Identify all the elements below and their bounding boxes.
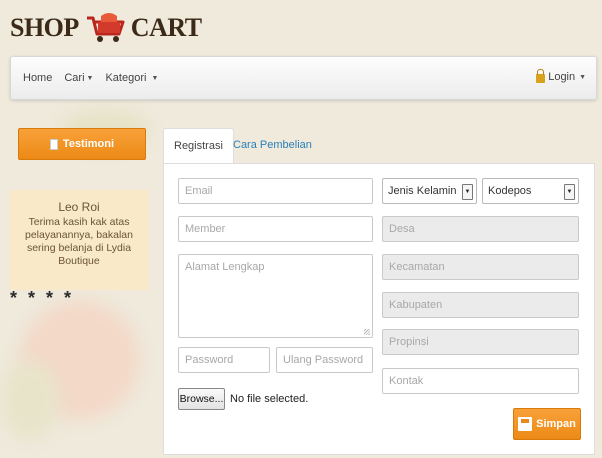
kodepos-value: Kodepos <box>488 185 532 197</box>
top-navbar: Home Cari ▼ Kategori ▼ Login ▼ <box>10 56 597 100</box>
jenis-kelamin-select[interactable]: Jenis Kelamin ▼ <box>382 178 477 204</box>
nav-kategori-label: Kategori <box>105 72 147 84</box>
dropdown-arrow-icon: ▼ <box>462 184 473 200</box>
resize-grip-icon <box>364 329 370 335</box>
testimonial-message: Terima kasih kak atas pelayanannya, baka… <box>24 216 133 267</box>
caret-down-icon: ▼ <box>86 74 94 82</box>
kecamatan-field[interactable]: Kecamatan <box>382 254 579 280</box>
logo-text-shop: SHOP <box>10 13 79 42</box>
email-field[interactable]: Email <box>178 178 373 204</box>
desa-field[interactable]: Desa <box>382 216 579 242</box>
tab-bar: Registrasi Cara Pembelian <box>163 128 595 164</box>
testimonial-author: Leo Roi <box>58 200 100 214</box>
nav-kategori-dropdown[interactable]: Kategori ▼ <box>105 72 158 84</box>
rating-stars: * * * * <box>10 288 75 308</box>
testimonial-card: Leo Roi Terima kasih kak atas pelayanann… <box>10 190 148 290</box>
kabupaten-field[interactable]: Kabupaten <box>382 292 579 318</box>
browse-button[interactable]: Browse... <box>178 388 225 410</box>
background-decoration <box>0 360 60 440</box>
cart-logo-icon <box>83 12 127 44</box>
document-icon <box>49 138 58 150</box>
file-status: No file selected. <box>230 393 309 405</box>
site-logo[interactable]: SHOP CART <box>10 8 202 48</box>
simpan-label: Simpan <box>536 418 576 430</box>
propinsi-field[interactable]: Propinsi <box>382 329 579 355</box>
kontak-field[interactable]: Kontak <box>382 368 579 394</box>
lock-icon <box>536 68 546 83</box>
alamat-textarea[interactable]: Alamat Lengkap <box>178 254 373 338</box>
login-dropdown[interactable]: Login ▼ <box>536 68 586 83</box>
testimoni-label: Testimoni <box>62 138 115 150</box>
simpan-button[interactable]: Simpan <box>513 408 581 440</box>
nav-home-link[interactable]: Home <box>23 72 52 84</box>
testimoni-button[interactable]: Testimoni <box>18 128 146 160</box>
login-label: Login <box>548 71 576 83</box>
caret-down-icon: ▼ <box>577 73 586 81</box>
jenis-kelamin-value: Jenis Kelamin <box>388 185 457 197</box>
password-field[interactable]: Password <box>178 347 270 373</box>
nav-cari-label: Cari <box>64 72 85 84</box>
caret-down-icon: ▼ <box>151 74 159 82</box>
tab-cara-pembelian[interactable]: Cara Pembelian <box>223 128 322 162</box>
kodepos-select[interactable]: Kodepos ▼ <box>482 178 579 204</box>
member-field[interactable]: Member <box>178 216 373 242</box>
logo-text-cart: CART <box>130 13 202 42</box>
save-disk-icon <box>518 417 533 431</box>
ulang-password-field[interactable]: Ulang Password <box>276 347 373 373</box>
nav-cari-dropdown[interactable]: Cari ▼ <box>64 72 93 84</box>
alamat-placeholder: Alamat Lengkap <box>185 261 265 273</box>
dropdown-arrow-icon: ▼ <box>564 184 575 200</box>
